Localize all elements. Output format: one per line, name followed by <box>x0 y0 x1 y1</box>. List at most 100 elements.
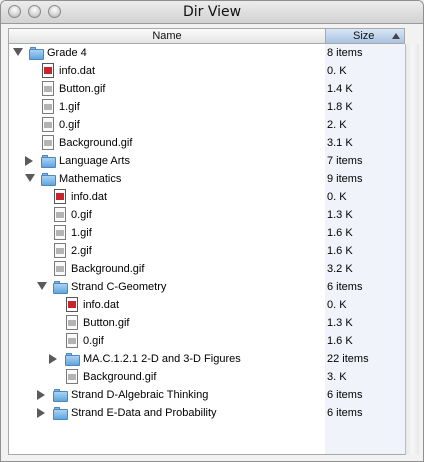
file-row[interactable]: info.dat 0. K <box>9 62 405 80</box>
item-size: 6 items <box>327 407 363 419</box>
folder-icon <box>65 353 80 369</box>
image-file-icon <box>65 369 79 385</box>
item-size: 1.6 K <box>327 227 353 239</box>
file-row[interactable]: 0.gif 1.6 K <box>9 332 405 350</box>
image-file-icon <box>65 315 79 331</box>
item-name: info.dat <box>59 65 96 77</box>
item-name: Mathematics <box>59 173 122 185</box>
item-size: 3.2 K <box>327 263 353 275</box>
item-name: Background.gif <box>83 371 157 383</box>
window-title: Dir View <box>182 4 242 20</box>
image-file-icon <box>41 99 55 115</box>
file-row[interactable]: 2.gif 1.6 K <box>9 242 405 260</box>
item-size: 9 items <box>327 173 363 185</box>
image-file-icon <box>53 225 67 241</box>
file-row[interactable]: Button.gif 1.3 K <box>9 314 405 332</box>
file-row[interactable]: 0.gif 1.3 K <box>9 206 405 224</box>
disclosure-open-icon[interactable] <box>25 174 35 182</box>
item-size: 6 items <box>327 281 363 293</box>
item-name: 1.gif <box>59 101 80 113</box>
item-size: 1.8 K <box>327 101 353 113</box>
file-row[interactable]: Button.gif 1.4 K <box>9 80 405 98</box>
item-name: 2.gif <box>71 245 92 257</box>
disclosure-open-icon[interactable] <box>13 48 23 56</box>
item-name: Strand E-Data and Probability <box>71 407 217 419</box>
dir-view-window: Dir View Name Size Grade 4 8 items info.da… <box>0 0 424 462</box>
disclosure-closed-icon[interactable] <box>25 156 33 166</box>
item-size: 3. K <box>327 371 347 383</box>
data-file-icon <box>41 63 55 79</box>
item-name: Strand C-Geometry <box>71 281 167 293</box>
disclosure-closed-icon[interactable] <box>49 354 57 364</box>
item-size: 1.3 K <box>327 209 353 221</box>
item-size: 2. K <box>327 119 347 131</box>
image-file-icon <box>53 207 67 223</box>
folder-icon <box>41 173 56 189</box>
file-row[interactable]: 1.gif 1.6 K <box>9 224 405 242</box>
folder-row[interactable]: Mathematics 9 items <box>9 170 405 188</box>
item-size: 1.6 K <box>327 245 353 257</box>
folder-row[interactable]: Strand D-Algebraic Thinking 6 items <box>9 386 405 404</box>
item-name: Language Arts <box>59 155 130 167</box>
item-name: Background.gif <box>59 137 133 149</box>
item-size: 7 items <box>327 155 363 167</box>
disclosure-open-icon[interactable] <box>37 282 47 290</box>
sort-ascending-icon <box>392 33 400 39</box>
folder-row[interactable]: Strand C-Geometry 6 items <box>9 278 405 296</box>
image-file-icon <box>41 81 55 97</box>
item-name: MA.C.1.2.1 2-D and 3-D Figures <box>83 353 241 365</box>
folder-icon <box>53 281 68 297</box>
column-header: Name Size <box>8 28 405 44</box>
image-file-icon <box>53 261 67 277</box>
item-size: 1.6 K <box>327 335 353 347</box>
folder-icon <box>41 155 56 171</box>
size-column-label: Size <box>353 30 375 42</box>
file-row[interactable]: info.dat 0. K <box>9 188 405 206</box>
data-file-icon <box>53 189 67 205</box>
item-name: 0.gif <box>59 119 80 131</box>
folder-icon <box>53 407 68 423</box>
file-row[interactable]: Background.gif 3. K <box>9 368 405 386</box>
file-list[interactable]: Grade 4 8 items info.dat 0. K Button.gif 1.4 … <box>8 44 405 455</box>
item-name: Grade 4 <box>47 47 87 59</box>
item-size: 0. K <box>327 299 347 311</box>
disclosure-closed-icon[interactable] <box>37 390 45 400</box>
disclosure-closed-icon[interactable] <box>37 408 45 418</box>
file-row[interactable]: 0.gif 2. K <box>9 116 405 134</box>
image-file-icon <box>41 135 55 151</box>
item-size: 0. K <box>327 65 347 77</box>
title-bar[interactable]: Dir View <box>1 1 423 24</box>
folder-row[interactable]: MA.C.1.2.1 2-D and 3-D Figures 22 items <box>9 350 405 368</box>
folder-row[interactable]: Language Arts 7 items <box>9 152 405 170</box>
item-size: 22 items <box>327 353 369 365</box>
item-name: info.dat <box>83 299 120 311</box>
folder-row[interactable]: Strand E-Data and Probability 6 items <box>9 404 405 422</box>
item-name: info.dat <box>71 191 108 203</box>
item-size: 1.3 K <box>327 317 353 329</box>
name-column-header[interactable]: Name <box>9 29 326 43</box>
folder-row[interactable]: Grade 4 8 items <box>9 44 405 62</box>
file-row[interactable]: Background.gif 3.1 K <box>9 134 405 152</box>
image-file-icon <box>65 333 79 349</box>
item-size: 8 items <box>327 47 363 59</box>
file-row[interactable]: Background.gif 3.2 K <box>9 260 405 278</box>
image-file-icon <box>53 243 67 259</box>
item-name: Button.gif <box>59 83 106 95</box>
data-file-icon <box>65 297 79 313</box>
item-name: 0.gif <box>83 335 104 347</box>
size-column-header[interactable]: Size <box>326 29 404 43</box>
item-name: Background.gif <box>71 263 145 275</box>
item-size: 1.4 K <box>327 83 353 95</box>
item-name: 0.gif <box>71 209 92 221</box>
folder-icon <box>29 47 44 63</box>
folder-icon <box>53 389 68 405</box>
vertical-scrollbar[interactable] <box>405 44 419 455</box>
image-file-icon <box>41 117 55 133</box>
file-row[interactable]: info.dat 0. K <box>9 296 405 314</box>
item-size: 3.1 K <box>327 137 353 149</box>
item-name: 1.gif <box>71 227 92 239</box>
item-name: Button.gif <box>83 317 130 329</box>
item-size: 6 items <box>327 389 363 401</box>
item-size: 0. K <box>327 191 347 203</box>
file-row[interactable]: 1.gif 1.8 K <box>9 98 405 116</box>
